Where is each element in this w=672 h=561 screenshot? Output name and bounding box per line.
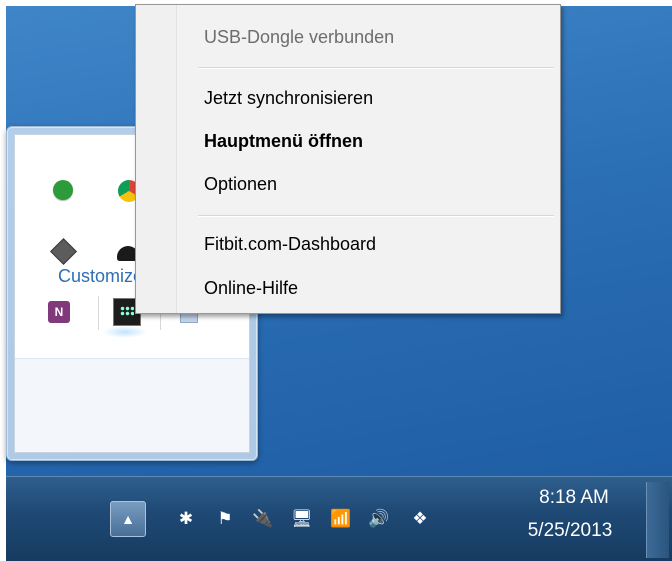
menu-gutter — [136, 5, 177, 313]
show-hidden-icons-button[interactable]: ▲ — [110, 501, 146, 537]
action-center-flag-icon[interactable]: ⚑ — [214, 508, 236, 530]
clock-time[interactable]: 8:18 AM — [519, 487, 629, 509]
menu-separator — [198, 215, 554, 217]
onenote-icon[interactable]: N — [48, 301, 70, 323]
clock-date[interactable]: 5/25/2013 — [510, 520, 630, 542]
menu-item-sync-now[interactable]: Jetzt synchronisieren — [204, 88, 373, 109]
menu-item-online-help[interactable]: Online-Hilfe — [204, 278, 298, 299]
menu-item-fitbit-dashboard[interactable]: Fitbit.com-Dashboard — [204, 234, 376, 255]
icon-divider — [98, 296, 99, 330]
network-icon[interactable]: 🖥 — [291, 508, 313, 530]
menu-item-usb-dongle-status: USB-Dongle verbunden — [204, 27, 395, 47]
green-circle-icon[interactable] — [53, 180, 73, 200]
volume-icon[interactable]: 🔊 — [368, 508, 390, 530]
power-icon[interactable]: 🔌 — [252, 508, 274, 530]
signal-icon[interactable]: 📶 — [330, 508, 352, 530]
menu-item-open-main-menu[interactable]: Hauptmenü öffnen — [204, 131, 363, 152]
dropbox-icon[interactable]: ❖ — [409, 508, 431, 530]
menu-separator — [198, 67, 554, 69]
fitbit-context-menu: USB-Dongle verbunden Jetzt synchronisier… — [135, 4, 561, 314]
show-desktop-button[interactable] — [646, 482, 669, 558]
fitbit-icon-highlight — [103, 326, 147, 338]
flyout-footer — [15, 359, 249, 452]
bluetooth-icon[interactable]: ✱ — [175, 508, 197, 530]
menu-item-options[interactable]: Optionen — [204, 174, 277, 195]
